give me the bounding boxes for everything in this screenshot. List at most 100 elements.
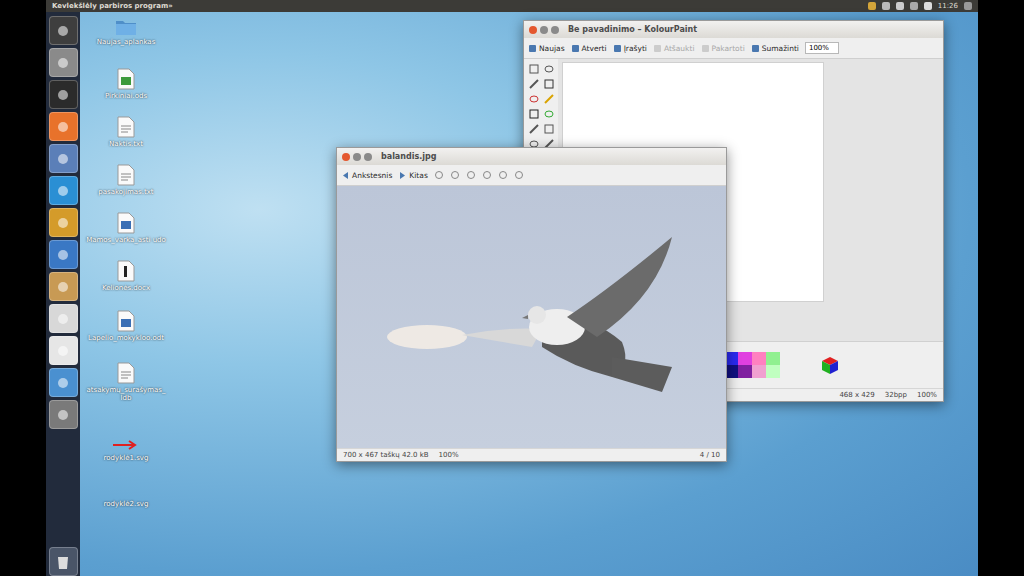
close-button[interactable]: [342, 153, 350, 161]
toolbar-button[interactable]: Kitas: [398, 171, 427, 180]
status-text: 468 x 429: [839, 391, 874, 399]
paint-tool-icon[interactable]: [543, 123, 555, 135]
app-icon: [56, 184, 70, 198]
trash[interactable]: [49, 547, 78, 576]
power-icon[interactable]: [964, 2, 972, 10]
launcher-item[interactable]: [49, 272, 78, 301]
zoom-field[interactable]: 100%: [805, 42, 839, 54]
paint-tool-icon[interactable]: [528, 123, 540, 135]
toolbar-icon: [653, 44, 662, 53]
paint-tool-icon[interactable]: [543, 93, 555, 105]
app-icon: [56, 344, 70, 358]
letterbox: [978, 0, 1024, 576]
launcher-item[interactable]: [49, 304, 78, 333]
desktop-icon[interactable]: Pirkiniai.ods: [81, 68, 171, 110]
keyboard-icon[interactable]: [896, 2, 904, 10]
image-info: 700 x 467 taškų 42.0 kB: [343, 451, 429, 459]
toolbar-icon: [613, 44, 622, 53]
desktop-icon[interactable]: Mamos_varka_asti udo: [81, 212, 171, 254]
launcher-item[interactable]: [49, 48, 78, 77]
app-icon: [56, 56, 70, 70]
color-swatch[interactable]: [738, 352, 752, 365]
launcher-item[interactable]: [49, 80, 78, 109]
desktop-icon[interactable]: atsakymų_surašymas_ldb: [81, 362, 171, 404]
toolbar-button[interactable]: Atverti: [571, 44, 607, 53]
launcher-item[interactable]: [49, 336, 78, 365]
status-text: 100%: [917, 391, 937, 399]
paint-tool-icon[interactable]: [528, 108, 540, 120]
color-cube-icon[interactable]: [820, 355, 840, 375]
launcher-item[interactable]: [49, 16, 78, 45]
launcher-item[interactable]: [49, 176, 78, 205]
launcher-item[interactable]: [49, 240, 78, 269]
folder-icon: [115, 18, 137, 36]
app-icon: [56, 248, 70, 262]
desktop-icon[interactable]: Naktis.txt: [81, 116, 171, 158]
toolbar-button[interactable]: Sumažinti: [751, 44, 799, 53]
arrow-icon: [111, 438, 141, 452]
paint-tool-icon[interactable]: [543, 108, 555, 120]
toolbar-icon: [701, 44, 710, 53]
toolbar-button[interactable]: Pakartoti: [701, 44, 745, 53]
paint-tool-icon[interactable]: [543, 78, 555, 90]
close-button[interactable]: [529, 26, 537, 34]
title-bar: Be pavadinimo – KolourPaint: [524, 21, 943, 38]
maximize-button[interactable]: [551, 26, 559, 34]
top-bar: Kevlekšlėly parbiros program» 11:26: [46, 0, 978, 12]
status-bar: 700 x 467 taškų 42.0 kB100%4 / 10: [337, 448, 726, 461]
desktop-icon[interactable]: Lapelio_mokykloo.odt: [81, 310, 171, 352]
window-title: balandis.jpg: [381, 152, 436, 161]
mail-icon[interactable]: [868, 2, 876, 10]
desktop-icon-label: Lapelio_mokykloo.odt: [88, 334, 164, 342]
color-swatch[interactable]: [766, 352, 780, 365]
desktop: Kevlekšlėly parbiros program» 11:26 Naujas…: [46, 0, 978, 576]
desktop-icon[interactable]: pasakojimas.txt: [81, 164, 171, 206]
color-swatch[interactable]: [752, 352, 766, 365]
paint-tool-icon[interactable]: [543, 63, 555, 75]
launcher: [46, 12, 80, 576]
rotate-left-icon[interactable]: [498, 170, 508, 180]
desktop-icon-label: Naktis.txt: [109, 140, 143, 148]
toolbar-button[interactable]: Įrašyti: [613, 44, 647, 53]
minimize-button[interactable]: [353, 153, 361, 161]
app-icon: [56, 312, 70, 326]
paint-tool-icon[interactable]: [528, 93, 540, 105]
app-icon: [56, 280, 70, 294]
toolbar-button[interactable]: Naujas: [528, 44, 565, 53]
desktop-icon[interactable]: Kelionės.docx: [81, 260, 171, 302]
text-file-icon: [117, 116, 135, 138]
dove-picture: [372, 217, 692, 417]
color-swatch[interactable]: [752, 365, 766, 378]
desktop-icon-label: rodyklė1.svg: [104, 454, 149, 462]
app-title: Kevlekšlėly parbiros program»: [52, 2, 862, 10]
toolbar-button[interactable]: Ankstesnis: [341, 171, 392, 180]
launcher-item[interactable]: [49, 144, 78, 173]
volume-icon[interactable]: [924, 2, 932, 10]
previous-icon: [341, 171, 350, 180]
toolbar-icon: [751, 44, 760, 53]
launcher-item[interactable]: [49, 208, 78, 237]
battery-icon[interactable]: [910, 2, 918, 10]
fullscreen-icon[interactable]: [482, 170, 492, 180]
text-file-icon: [117, 164, 135, 186]
clock[interactable]: 11:26: [938, 2, 958, 10]
paint-tool-icon[interactable]: [528, 78, 540, 90]
maximize-button[interactable]: [364, 153, 372, 161]
minimize-button[interactable]: [540, 26, 548, 34]
color-swatch[interactable]: [738, 365, 752, 378]
zoom-in-icon[interactable]: [434, 170, 444, 180]
zoom-out-icon[interactable]: [450, 170, 460, 180]
launcher-item[interactable]: [49, 368, 78, 397]
network-icon[interactable]: [882, 2, 890, 10]
color-swatch[interactable]: [766, 365, 780, 378]
launcher-item[interactable]: [49, 400, 78, 429]
desktop-icon[interactable]: rodyklė1.svg: [81, 438, 171, 480]
desktop-icon[interactable]: rodyklė2.svg: [81, 484, 171, 526]
paint-tool-icon[interactable]: [528, 63, 540, 75]
text-file-icon: [117, 362, 135, 384]
zoom-fit-icon[interactable]: [466, 170, 476, 180]
launcher-item[interactable]: [49, 112, 78, 141]
rotate-right-icon[interactable]: [514, 170, 524, 180]
toolbar-button[interactable]: Atšaukti: [653, 44, 695, 53]
desktop-icon[interactable]: Naujas_aplankas: [81, 18, 171, 60]
